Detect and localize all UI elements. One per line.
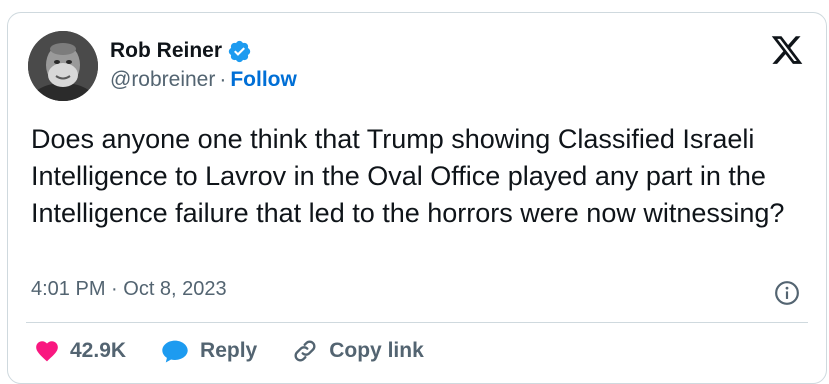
tweet-actions: 42.9K Reply Copy link: [34, 335, 458, 367]
author-meta: Rob Reiner @robreiner · Follow: [110, 38, 297, 94]
like-count: 42.9K: [70, 339, 127, 362]
link-icon: [294, 340, 316, 362]
tweet-header: Rob Reiner @robreiner · Follow: [28, 31, 297, 101]
author-handle[interactable]: @robreiner: [110, 68, 215, 91]
follow-button[interactable]: Follow: [230, 68, 297, 91]
avatar[interactable]: [28, 31, 98, 101]
author-name[interactable]: Rob Reiner: [110, 38, 222, 64]
reply-button[interactable]: Reply: [160, 335, 257, 367]
heart-icon: [36, 341, 58, 362]
copy-link-label: Copy link: [329, 339, 424, 362]
like-button[interactable]: 42.9K: [34, 335, 126, 367]
tweet-timestamp: 4:01 PM · Oct 8, 2023: [31, 276, 227, 302]
verified-badge-icon: [227, 39, 252, 64]
tweet-text: Does anyone one think that Trump showing…: [31, 124, 785, 228]
divider: [26, 322, 808, 323]
info-icon[interactable]: [774, 280, 800, 306]
speech-bubble-icon: [162, 340, 188, 363]
timestamp-link[interactable]: 4:01 PM · Oct 8, 2023: [31, 278, 227, 300]
copy-link-button[interactable]: Copy link: [291, 335, 424, 367]
reply-label: Reply: [200, 339, 258, 362]
author-handle-row: @robreiner · Follow: [110, 66, 297, 94]
author-name-row: Rob Reiner: [110, 38, 297, 64]
x-logo-icon[interactable]: [770, 33, 804, 67]
tweet-card: Rob Reiner @robreiner · Follow Does anyone…: [7, 12, 827, 384]
user-avatar-photo: [28, 31, 98, 101]
separator-dot: ·: [219, 68, 227, 91]
